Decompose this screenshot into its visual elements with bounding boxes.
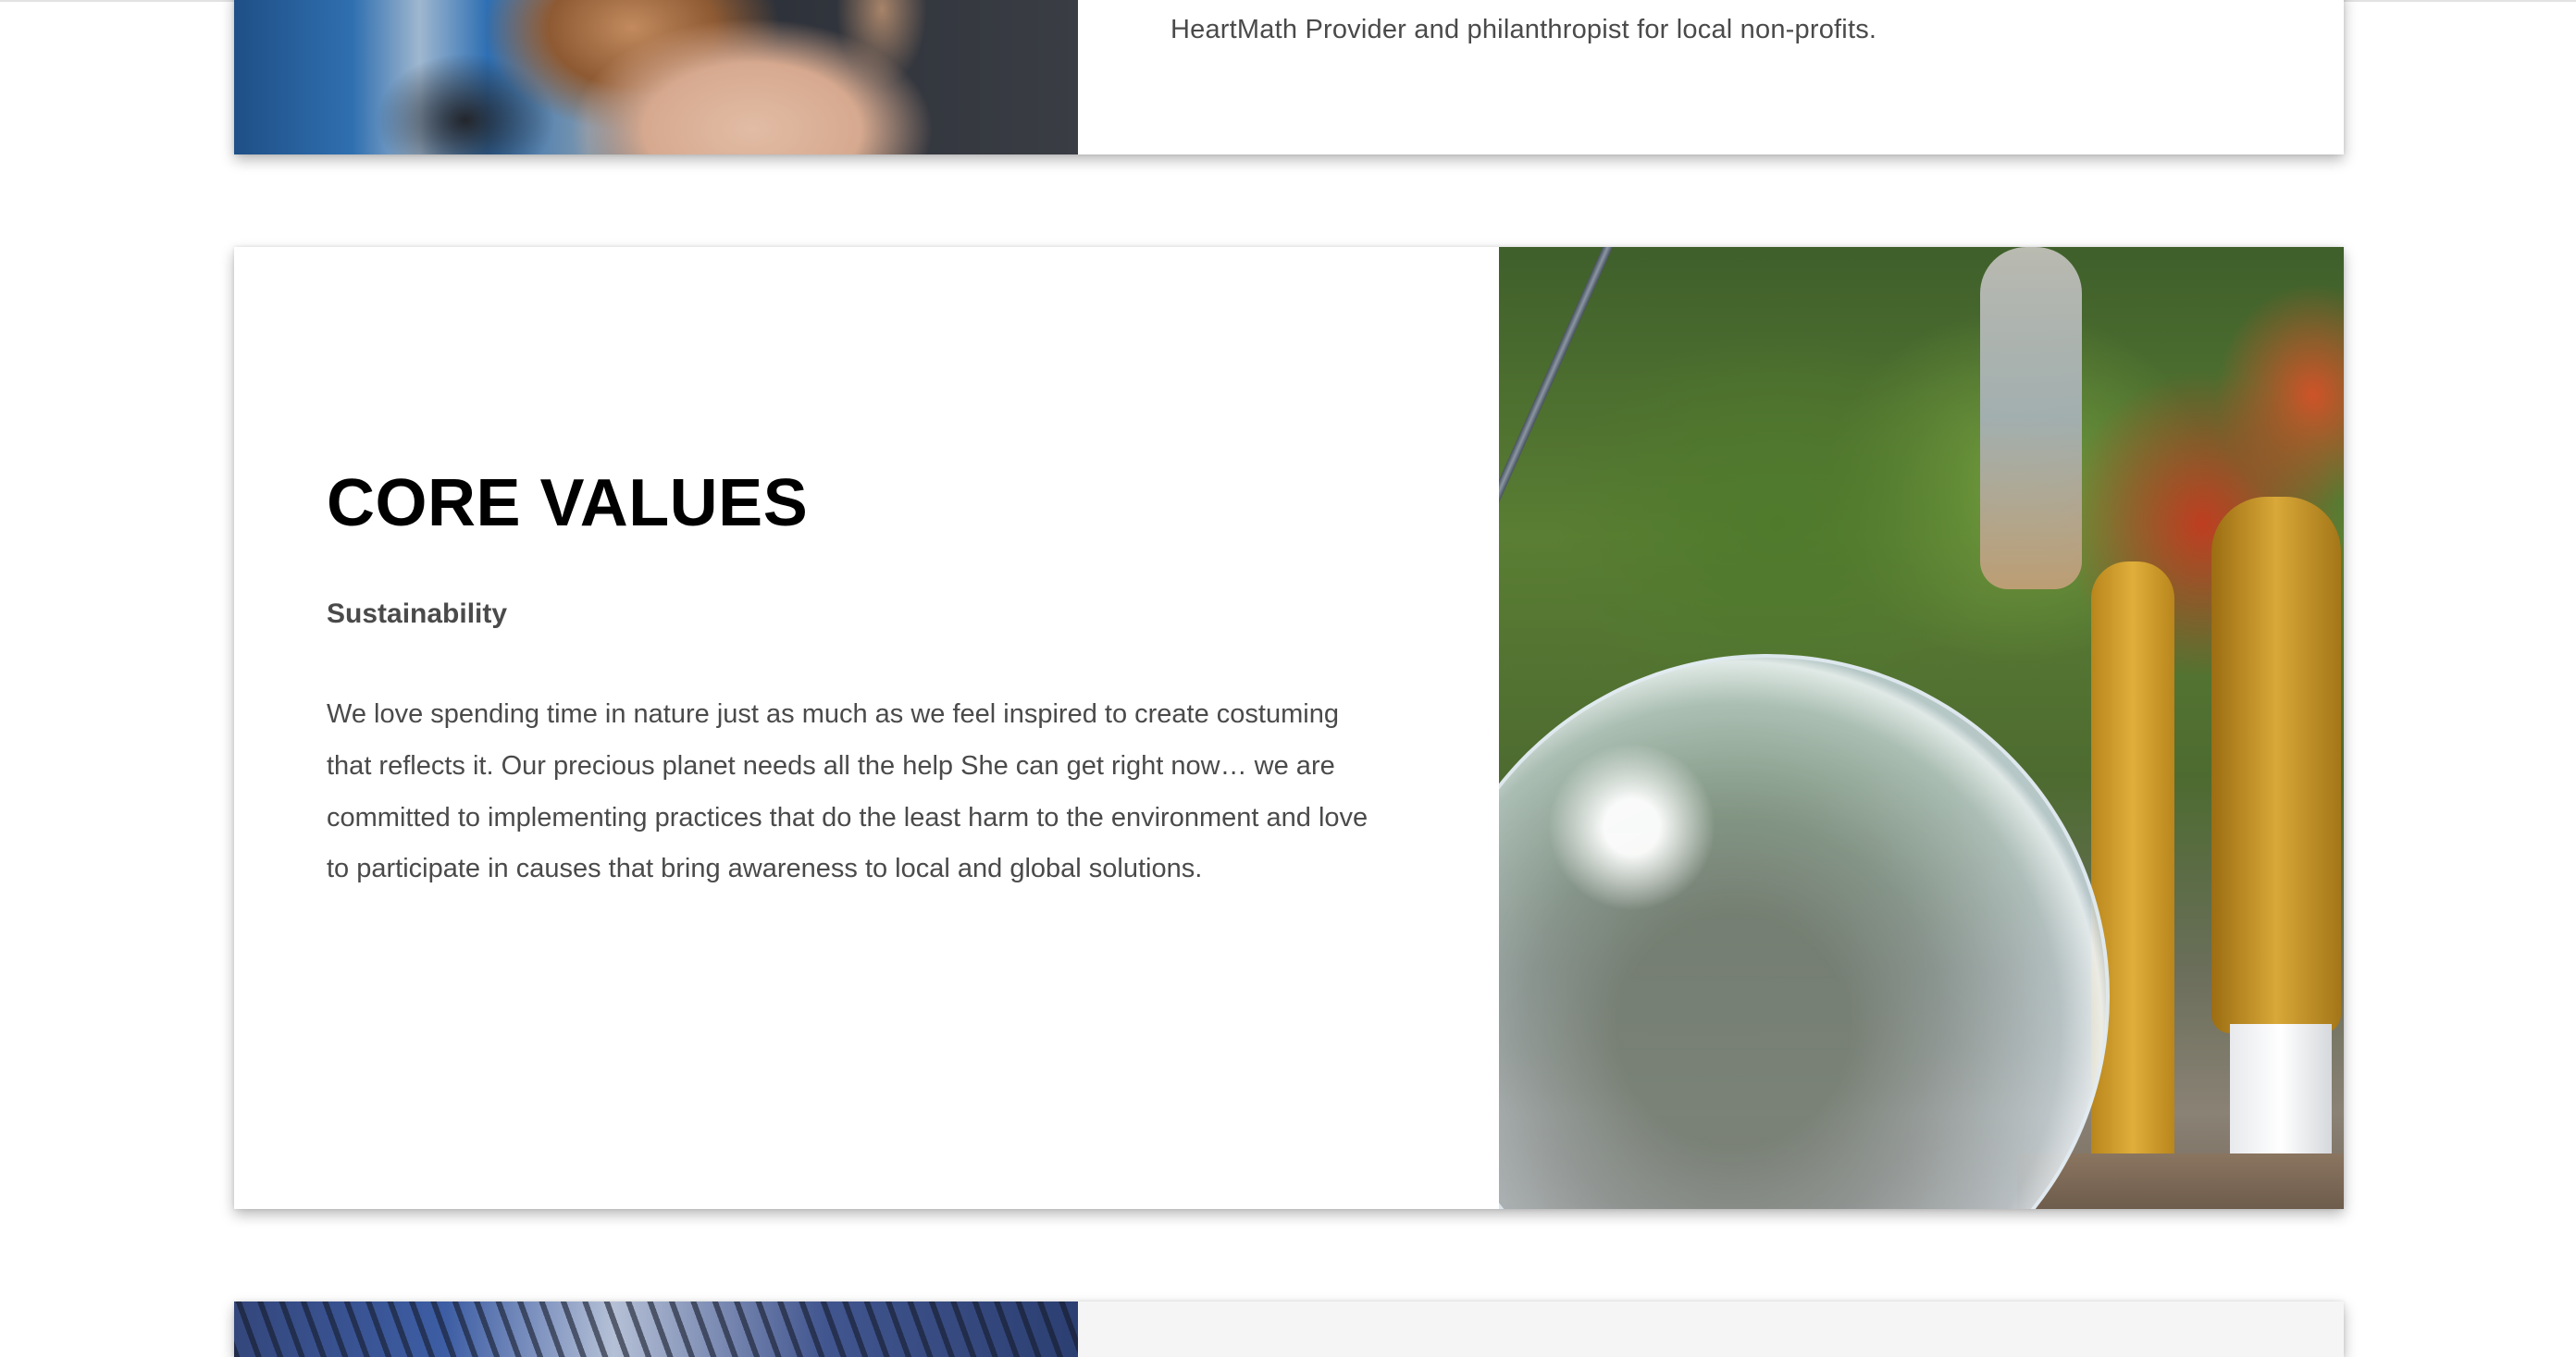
next-card-panel (1078, 1301, 2344, 1357)
bubble-sphere (1499, 654, 2110, 1209)
gold-silk-fabric (2091, 561, 2174, 1209)
aerialist-figure (1980, 247, 2082, 589)
core-values-title: CORE VALUES (327, 466, 809, 540)
intro-body-text: HeartMath Provider and philanthropist fo… (1170, 15, 1877, 44)
core-values-card: CORE VALUES Sustainability We love spend… (234, 247, 2344, 1209)
intro-card: HeartMath Provider and philanthropist fo… (234, 0, 2344, 154)
next-card (234, 1301, 2344, 1357)
core-values-subtitle: Sustainability (327, 598, 508, 629)
aerial-performers-photo (1499, 247, 2344, 1209)
portrait-photo (234, 0, 1078, 154)
trees-photo (234, 1301, 1078, 1357)
stilt-walker-figure (2211, 497, 2341, 1033)
rig-pole (1499, 247, 1629, 687)
core-values-body: We love spending time in nature just as … (327, 699, 1368, 884)
